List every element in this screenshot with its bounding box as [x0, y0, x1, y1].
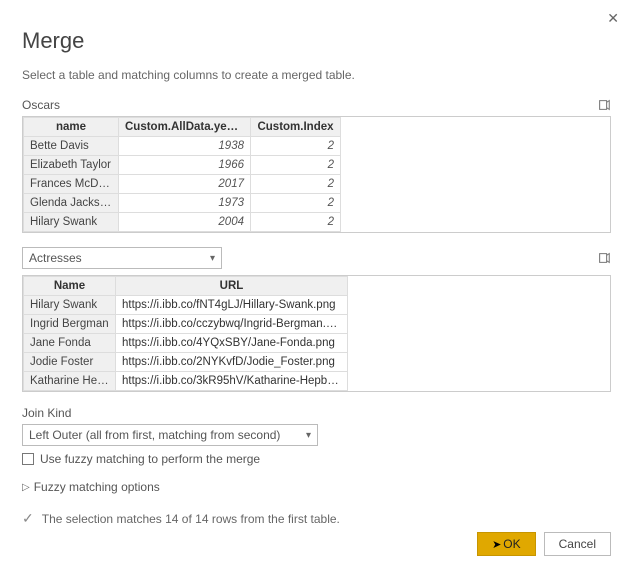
table2-col-url[interactable]: URL	[116, 277, 348, 296]
ok-button[interactable]: ➤ OK	[477, 532, 536, 556]
status-text: The selection matches 14 of 14 rows from…	[42, 512, 340, 526]
table2-preview[interactable]: Name URL Hilary Swankhttps://i.ibb.co/fN…	[22, 275, 611, 392]
table-row: Glenda Jackson19732	[24, 194, 611, 213]
cancel-button[interactable]: Cancel	[544, 532, 611, 556]
fuzzy-checkbox-row[interactable]: Use fuzzy matching to perform the merge	[22, 452, 611, 466]
table2-selector-value: Actresses	[29, 251, 82, 265]
table2-selector[interactable]: Actresses ▾	[22, 247, 222, 269]
fuzzy-options-expander[interactable]: ▷ Fuzzy matching options	[22, 480, 611, 494]
cursor-icon: ➤	[492, 538, 501, 551]
table-row: Hilary Swank20042	[24, 213, 611, 232]
table1-label: Oscars	[22, 98, 60, 112]
checkbox-icon[interactable]	[22, 453, 34, 465]
chevron-down-icon: ▾	[306, 430, 311, 441]
table-row: Hilary Swankhttps://i.ibb.co/fNT4gLJ/Hil…	[24, 296, 611, 315]
join-kind-value: Left Outer (all from first, matching fro…	[29, 428, 280, 442]
chevron-right-icon: ▷	[22, 482, 30, 493]
dialog-subtitle: Select a table and matching columns to c…	[22, 68, 611, 82]
refresh-icon[interactable]	[597, 251, 611, 265]
cancel-button-label: Cancel	[559, 537, 596, 551]
table1-col-index[interactable]: Custom.Index	[251, 118, 341, 137]
table-row: Katharine Hepburnhttps://i.ibb.co/3kR95h…	[24, 372, 611, 391]
chevron-down-icon: ▾	[210, 253, 215, 264]
fuzzy-checkbox-label: Use fuzzy matching to perform the merge	[40, 452, 260, 466]
join-kind-label: Join Kind	[22, 406, 611, 420]
dialog-title: Merge	[22, 28, 611, 54]
refresh-icon[interactable]	[597, 98, 611, 112]
table-row: Elizabeth Taylor19662	[24, 156, 611, 175]
ok-button-label: OK	[503, 537, 520, 551]
check-icon: ✓	[22, 510, 34, 527]
table-row: Jane Fondahttps://i.ibb.co/4YQxSBY/Jane-…	[24, 334, 611, 353]
table-row: Bette Davis19382	[24, 137, 611, 156]
table-row: Ingrid Bergmanhttps://i.ibb.co/cczybwq/I…	[24, 315, 611, 334]
close-icon[interactable]: ✕	[607, 10, 619, 27]
table-row: Frances McDormand20172	[24, 175, 611, 194]
table-row: Jodie Fosterhttps://i.ibb.co/2NYKvfD/Jod…	[24, 353, 611, 372]
table1-col-year[interactable]: Custom.AllData.year_film	[119, 118, 251, 137]
join-kind-selector[interactable]: Left Outer (all from first, matching fro…	[22, 424, 318, 446]
fuzzy-options-label: Fuzzy matching options	[34, 480, 160, 494]
table1-preview[interactable]: name Custom.AllData.year_film Custom.Ind…	[22, 116, 611, 233]
table1-col-name[interactable]: name	[24, 118, 119, 137]
table2-col-name[interactable]: Name	[24, 277, 116, 296]
